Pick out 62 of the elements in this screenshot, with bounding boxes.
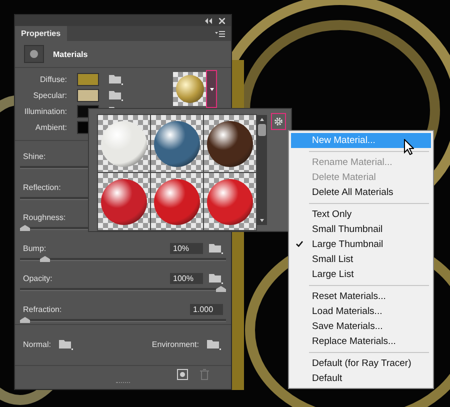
scrollbar[interactable] (257, 115, 267, 225)
folder-icon[interactable] (207, 339, 221, 350)
material-swatch[interactable] (204, 173, 256, 230)
scroll-down-icon[interactable] (260, 219, 264, 222)
material-thumbnail[interactable] (173, 72, 206, 106)
slider-label: Bump: (23, 244, 46, 252)
caret-icon (210, 88, 214, 90)
folder-icon[interactable] (209, 242, 223, 254)
close-icon[interactable] (219, 18, 225, 24)
section-title: Materials (53, 50, 88, 58)
menu-item[interactable]: Reset Materials... (291, 289, 431, 304)
menu-item[interactable]: Default (for Ray Tracer) (291, 356, 431, 371)
map-label: Environment: (152, 340, 199, 349)
value-field[interactable]: 100% (170, 273, 203, 284)
gear-icon (274, 117, 283, 126)
slider-label: Reflection: (23, 182, 61, 192)
properties-tab[interactable]: Properties (15, 26, 67, 41)
slider-label: Roughness: (23, 213, 66, 222)
slider-label: Opacity: (23, 274, 52, 283)
material-swatch[interactable] (98, 115, 150, 172)
menu-item[interactable]: Default (291, 371, 431, 386)
panel-menu-icon[interactable] (215, 30, 225, 36)
menu-item[interactable]: Text Only (291, 207, 431, 222)
swatch-label: Diffuse: (39, 75, 67, 84)
slider-thumb[interactable] (20, 316, 30, 322)
folder-icon[interactable] (109, 74, 123, 85)
menu-item[interactable]: Replace Materials... (291, 334, 431, 349)
menu-item[interactable]: Small List (291, 252, 431, 267)
swatch-label: Illumination: (23, 107, 67, 116)
material-swatch[interactable] (204, 115, 256, 172)
menu-item[interactable]: Load Materials... (291, 304, 431, 319)
slider-label: Shine: (23, 152, 46, 161)
color-swatch[interactable] (77, 73, 99, 86)
slider-thumb[interactable] (40, 256, 50, 262)
menu-item[interactable]: Small Thumbnail (291, 222, 431, 237)
settings-button[interactable] (271, 113, 286, 130)
menu-item[interactable]: Delete All Materials (291, 185, 431, 200)
value-field[interactable]: 1.000 (190, 304, 223, 314)
scroll-thumb[interactable] (258, 124, 266, 136)
materials-icon[interactable] (24, 45, 44, 63)
collapse-icon[interactable] (204, 18, 212, 24)
folder-icon[interactable] (59, 339, 74, 350)
swatch-label: Specular: (32, 91, 67, 100)
map-label: Normal: (23, 340, 52, 349)
menu-item[interactable]: Large Thumbnail (291, 237, 431, 252)
slider-thumb[interactable] (216, 286, 226, 292)
slider-thumb[interactable] (20, 225, 30, 231)
swatch-label: Ambient: (34, 123, 67, 132)
cursor-icon (404, 139, 414, 155)
slider-label: Refraction: (23, 304, 62, 314)
value-field[interactable]: 10% (170, 242, 203, 254)
material-swatch[interactable] (98, 173, 150, 230)
color-swatch[interactable] (77, 89, 99, 102)
new-material-icon[interactable] (177, 368, 188, 380)
folder-icon[interactable] (209, 273, 223, 284)
menu-item[interactable]: Save Materials... (291, 319, 431, 334)
folder-icon[interactable] (109, 90, 123, 101)
menu-item[interactable]: Large List (291, 267, 431, 282)
material-swatch[interactable] (151, 173, 203, 230)
material-swatch[interactable] (151, 115, 203, 172)
slider-track[interactable] (20, 285, 226, 292)
scroll-up-icon[interactable] (260, 118, 264, 121)
